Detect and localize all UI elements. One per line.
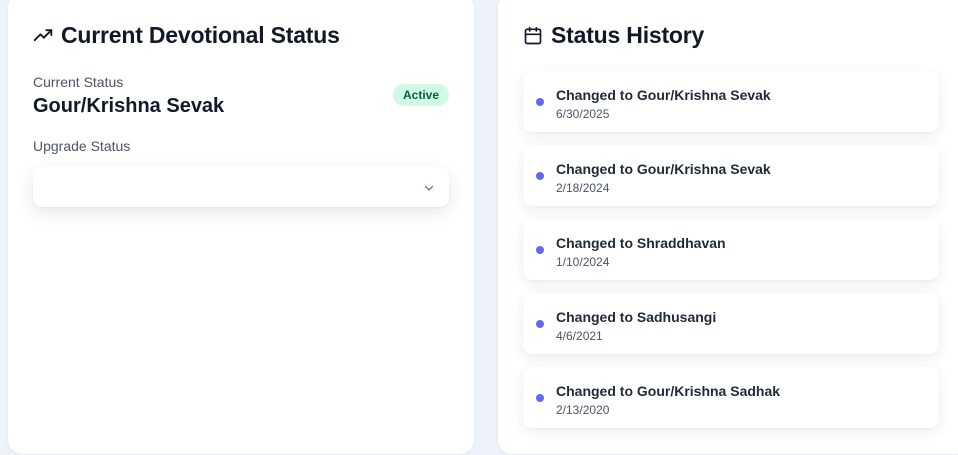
panel-title: Current Devotional Status bbox=[61, 22, 340, 48]
history-item-date: 4/6/2021 bbox=[556, 329, 603, 343]
upgrade-status-select[interactable] bbox=[33, 167, 449, 207]
chevron-down-icon bbox=[423, 181, 435, 199]
history-item-date: 2/18/2024 bbox=[556, 181, 610, 195]
history-item-date: 1/10/2024 bbox=[556, 255, 610, 269]
history-item-date: 6/30/2025 bbox=[556, 107, 610, 121]
bullet-dot-icon bbox=[536, 394, 544, 402]
history-item: Changed to Shraddhavan 1/10/2024 bbox=[523, 219, 939, 280]
bullet-dot-icon bbox=[536, 246, 544, 254]
history-item-title: Changed to Gour/Krishna Sevak bbox=[556, 87, 771, 103]
status-history-panel: Status History Changed to Gour/Krishna S… bbox=[498, 0, 958, 454]
status-history-list: Changed to Gour/Krishna Sevak 6/30/2025 … bbox=[523, 71, 939, 441]
bullet-dot-icon bbox=[536, 172, 544, 180]
current-status-value: Gour/Krishna Sevak bbox=[33, 95, 225, 117]
panel-title: Status History bbox=[551, 22, 705, 48]
trending-up-icon bbox=[33, 26, 53, 46]
history-item: Changed to Gour/Krishna Sevak 6/30/2025 bbox=[523, 71, 939, 132]
calendar-icon bbox=[523, 26, 543, 46]
bullet-dot-icon bbox=[536, 320, 544, 328]
current-status-header: Current Devotional Status bbox=[33, 22, 340, 49]
upgrade-status-label: Upgrade Status bbox=[33, 138, 131, 154]
history-item-title: Changed to Gour/Krishna Sevak bbox=[556, 161, 771, 177]
history-item: Changed to Gour/Krishna Sevak 2/18/2024 bbox=[523, 145, 939, 206]
status-history-header: Status History bbox=[523, 22, 704, 49]
history-item-date: 2/13/2020 bbox=[556, 403, 610, 417]
history-item: Changed to Sadhusangi 4/6/2021 bbox=[523, 293, 939, 354]
current-status-label: Current Status bbox=[33, 74, 124, 90]
status-badge: Active bbox=[393, 84, 450, 106]
history-item-title: Changed to Shraddhavan bbox=[556, 235, 726, 251]
current-status-panel: Current Devotional Status Current Status… bbox=[8, 0, 474, 454]
history-item: Changed to Gour/Krishna Sadhak 2/13/2020 bbox=[523, 367, 939, 428]
history-item-title: Changed to Gour/Krishna Sadhak bbox=[556, 383, 781, 399]
bullet-dot-icon bbox=[536, 98, 544, 106]
history-item-title: Changed to Sadhusangi bbox=[556, 309, 717, 325]
